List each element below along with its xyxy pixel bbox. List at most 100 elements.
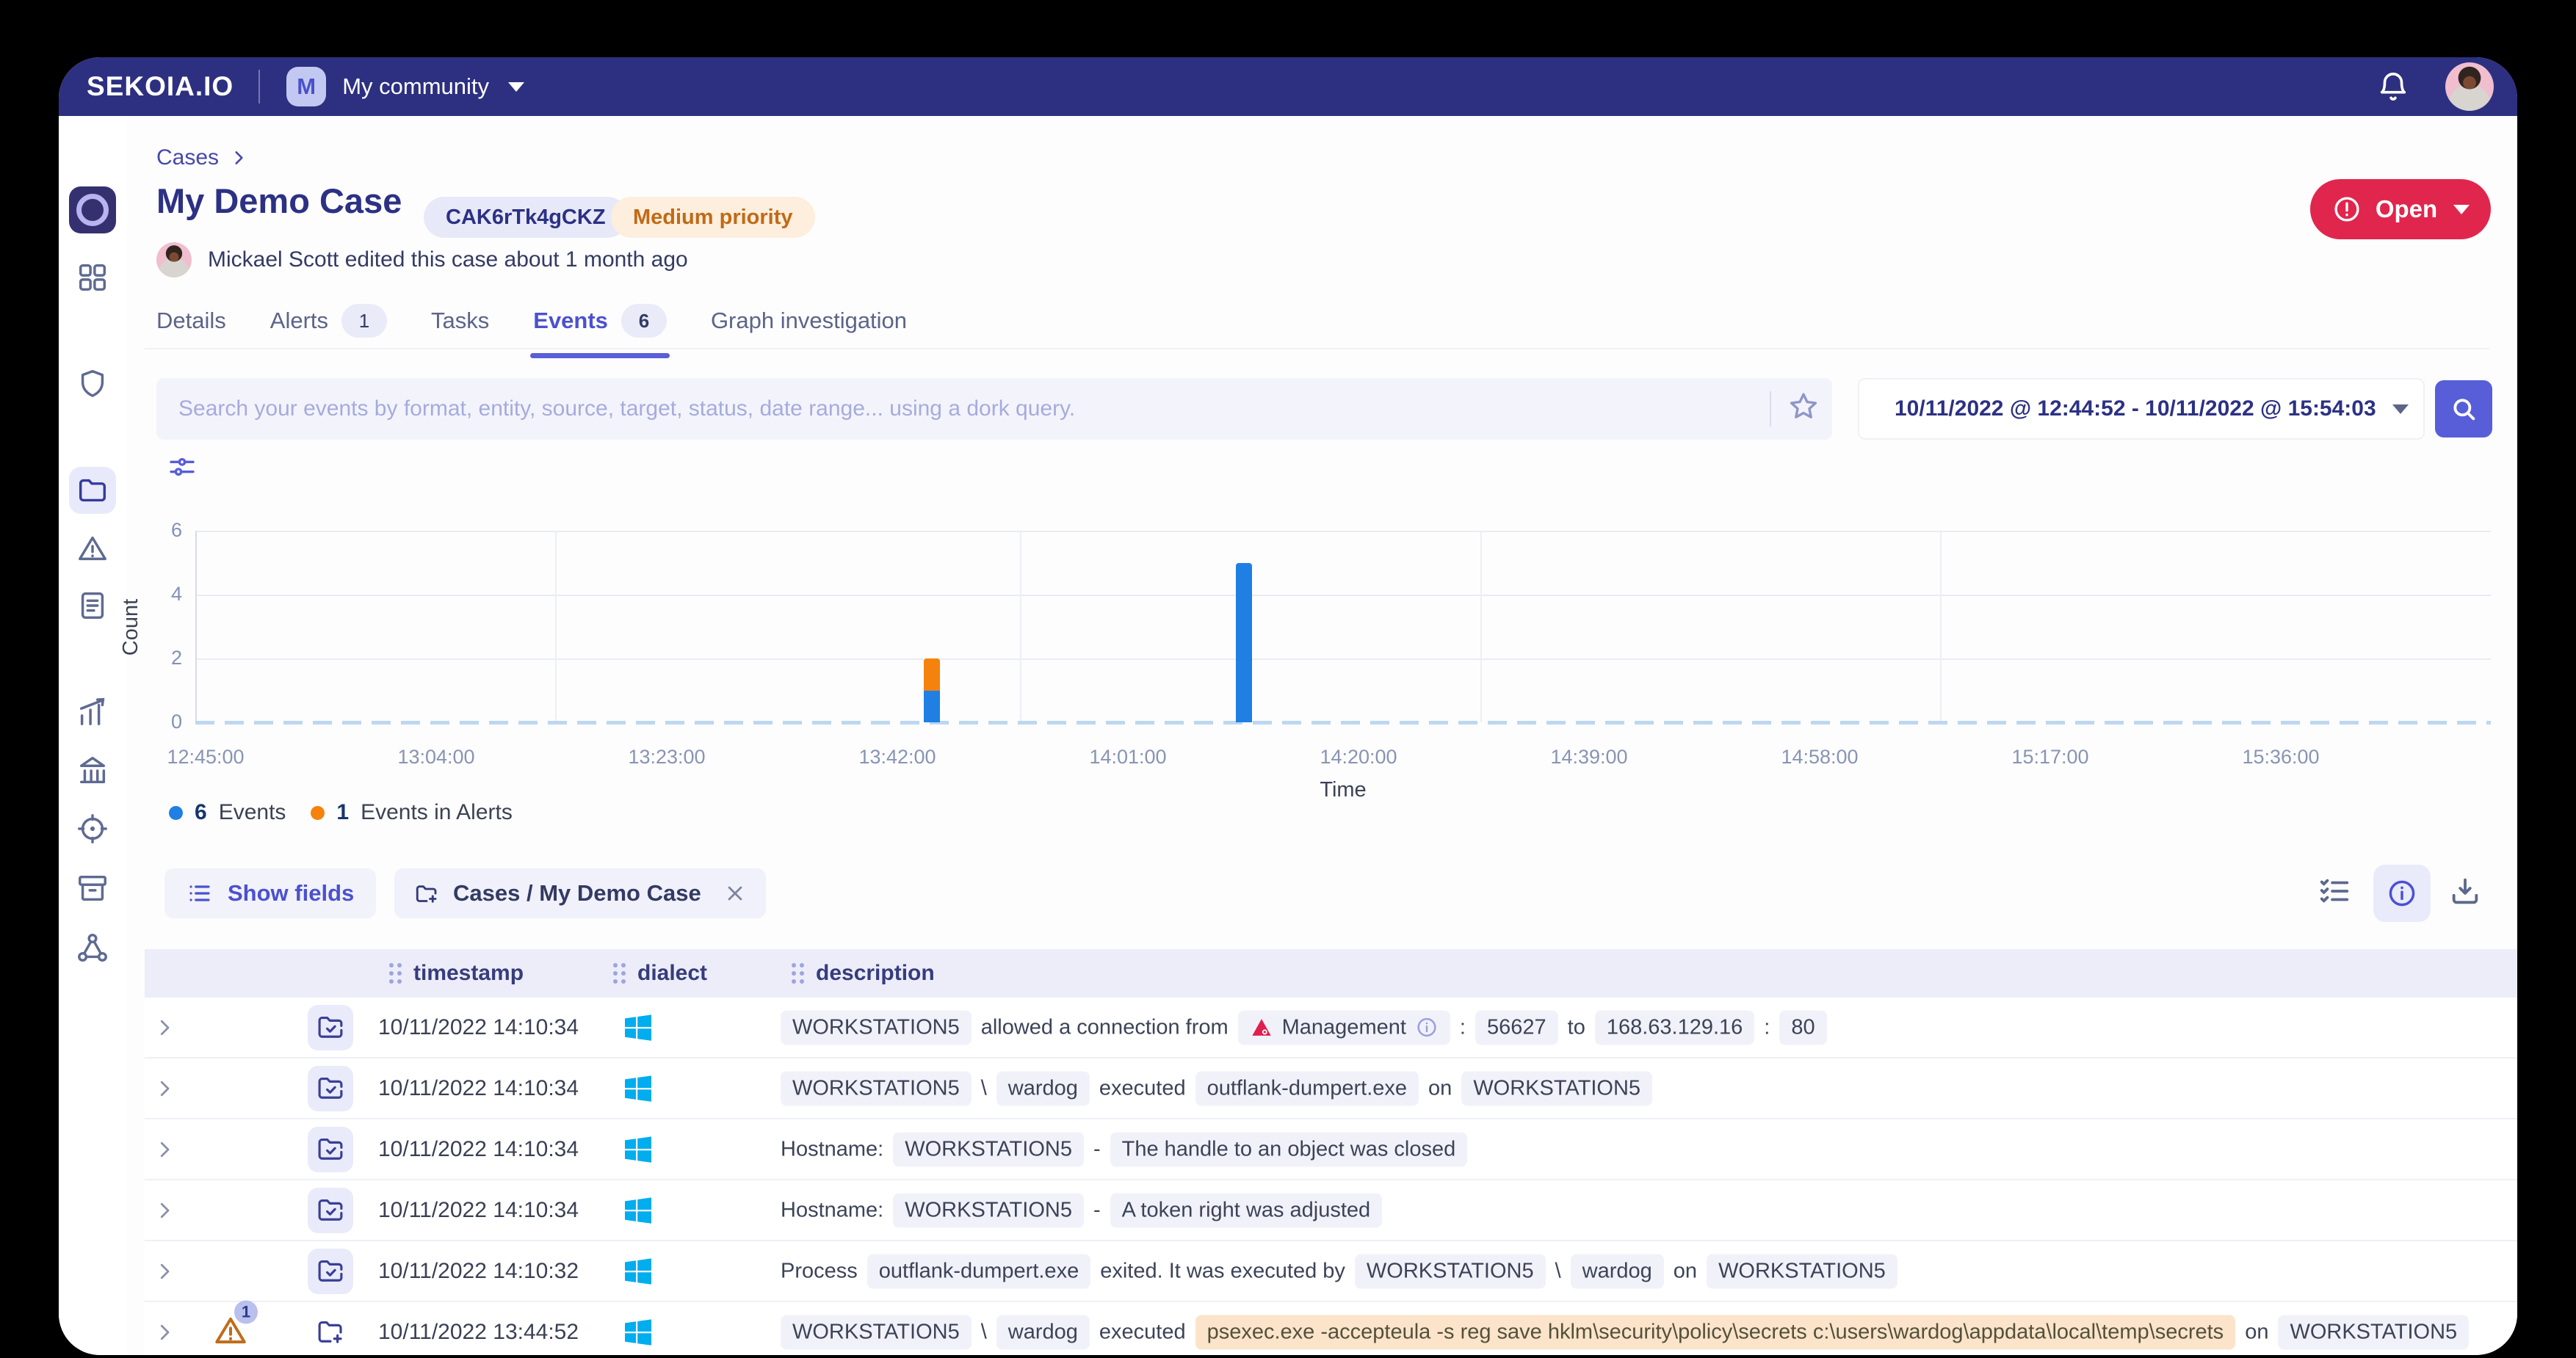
windows-logo-icon xyxy=(621,1315,656,1350)
show-fields-button[interactable]: Show fields xyxy=(164,868,376,918)
event-row[interactable]: 10/11/2022 14:10:34Hostname:WORKSTATION5… xyxy=(145,1119,2517,1180)
app-window: SEKOIA.IO M My community xyxy=(59,57,2517,1355)
alert-warning-icon: 1 xyxy=(212,1312,249,1352)
event-row[interactable]: 10/11/2022 14:10:34Hostname:WORKSTATION5… xyxy=(145,1180,2517,1241)
hunting-chart-icon[interactable] xyxy=(76,695,109,729)
event-row[interactable]: 10/11/2022 14:10:34WORKSTATION5allowed a… xyxy=(145,998,2517,1059)
event-description: Hostname:WORKSTATION5-The handle to an o… xyxy=(781,1132,2503,1166)
expand-chevron-icon[interactable] xyxy=(153,1017,176,1039)
tab-details[interactable]: Details xyxy=(156,308,226,352)
legend-dot xyxy=(311,806,325,820)
event-description: WORKSTATION5\wardogexecutedpsexec.exe -a… xyxy=(781,1315,2503,1349)
windows-logo-icon xyxy=(621,1010,656,1045)
legend-count: 1 xyxy=(336,800,349,825)
event-description: WORKSTATION5allowed a connection fromMan… xyxy=(781,1010,2503,1045)
community-selector-label[interactable]: My community xyxy=(342,73,489,100)
event-description: WORKSTATION5\wardogexecutedoutflank-dump… xyxy=(781,1071,2503,1105)
case-check-icon[interactable] xyxy=(308,1066,353,1111)
entity-logo-icon xyxy=(1250,1016,1273,1039)
legend-item[interactable]: 1 Events in Alerts xyxy=(311,800,512,825)
edited-text: Mickael Scott edited this case about 1 m… xyxy=(208,247,688,272)
description-text: executed xyxy=(1099,1076,1186,1100)
event-row[interactable]: 110/11/2022 13:44:52WORKSTATION5\wardoge… xyxy=(145,1302,2517,1355)
alerts-warning-icon[interactable] xyxy=(76,531,109,565)
info-button[interactable] xyxy=(2373,865,2431,922)
legend-label: Events in Alerts xyxy=(361,800,513,825)
sekoia-one-logo[interactable] xyxy=(69,186,116,233)
event-row[interactable]: 10/11/2022 14:10:34 WORKSTATION5\wardogex… xyxy=(145,1059,2517,1119)
date-range-picker[interactable]: 10/11/2022 @ 12:44:52 - 10/11/2022 @ 15:… xyxy=(1858,378,2425,440)
expand-chevron-icon[interactable] xyxy=(153,1199,176,1221)
add-to-case-icon[interactable] xyxy=(308,1310,353,1355)
description-text: to xyxy=(1568,1015,1585,1039)
value-chip: WORKSTATION5 xyxy=(781,1315,972,1349)
description-text: : xyxy=(1764,1015,1770,1039)
y-axis-tick: 0 xyxy=(138,711,182,733)
top-nav: SEKOIA.IO M My community xyxy=(59,57,2517,116)
community-network-icon[interactable] xyxy=(76,931,109,965)
nav-divider xyxy=(258,70,260,104)
y-axis-tick: 2 xyxy=(138,647,182,669)
breadcrumb[interactable]: Cases xyxy=(156,145,248,170)
case-check-icon[interactable] xyxy=(308,1127,353,1172)
chevron-down-icon xyxy=(2392,404,2409,414)
y-axis-tick: 4 xyxy=(138,583,182,606)
legend-item[interactable]: 6Events xyxy=(169,800,286,825)
value-chip: WORKSTATION5 xyxy=(1355,1254,1546,1288)
chart-settings-sliders-icon[interactable] xyxy=(167,452,197,485)
tabs-divider xyxy=(145,348,2489,349)
case-check-icon[interactable] xyxy=(308,1005,353,1050)
column-header-dialect[interactable]: dialect xyxy=(613,949,707,998)
tab-graph-investigation[interactable]: Graph investigation xyxy=(711,308,907,352)
info-icon[interactable] xyxy=(1415,1016,1439,1039)
case-check-icon[interactable] xyxy=(308,1188,353,1233)
value-chip: wardog xyxy=(996,1315,1090,1349)
x-axis-tick: 14:39:00 xyxy=(1550,746,1627,769)
windows-logo-icon xyxy=(621,1193,656,1228)
reports-document-icon[interactable] xyxy=(76,589,109,622)
editor-avatar xyxy=(156,242,192,277)
page-title: My Demo Case xyxy=(156,181,402,221)
description-text: Hostname: xyxy=(781,1137,883,1161)
expand-chevron-icon[interactable] xyxy=(153,1139,176,1161)
case-check-icon[interactable] xyxy=(308,1249,353,1294)
drag-handle-icon[interactable] xyxy=(792,963,804,984)
date-range-value: 10/11/2022 @ 12:44:52 - 10/11/2022 @ 15:… xyxy=(1895,396,2376,421)
description-text: \ xyxy=(981,1320,987,1344)
cases-folder-icon[interactable] xyxy=(69,467,116,514)
user-avatar[interactable] xyxy=(2445,62,2494,111)
gridline xyxy=(195,595,2491,596)
defend-shield-icon[interactable] xyxy=(76,367,109,401)
dashboards-grid-icon[interactable] xyxy=(76,261,109,294)
case-filter-chip[interactable]: Cases / My Demo Case xyxy=(394,868,766,918)
close-icon[interactable] xyxy=(723,882,747,905)
column-header-description[interactable]: description xyxy=(792,949,935,998)
event-row[interactable]: 10/11/2022 14:10:32Processoutflank-dumpe… xyxy=(145,1241,2517,1302)
tab-count-badge: 6 xyxy=(621,304,667,338)
notifications-bell-icon[interactable] xyxy=(2376,70,2410,107)
storage-archive-icon[interactable] xyxy=(76,871,109,905)
expand-chevron-icon[interactable] xyxy=(153,1321,176,1343)
detect-target-icon[interactable] xyxy=(76,812,109,846)
drag-handle-icon[interactable] xyxy=(613,963,626,984)
x-axis-tick: 14:20:00 xyxy=(1320,746,1397,769)
column-header-timestamp[interactable]: timestamp xyxy=(389,949,524,998)
drag-handle-icon[interactable] xyxy=(389,963,402,984)
expand-chevron-icon[interactable] xyxy=(153,1078,176,1100)
intelligence-building-icon[interactable] xyxy=(76,753,109,787)
search-input[interactable] xyxy=(156,378,1832,440)
event-timestamp: 10/11/2022 14:10:34 xyxy=(378,1076,579,1101)
edited-line: Mickael Scott edited this case about 1 m… xyxy=(156,242,688,277)
case-status-button[interactable]: Open xyxy=(2310,179,2491,239)
download-icon[interactable] xyxy=(2448,874,2482,912)
checklist-icon[interactable] xyxy=(2318,874,2351,912)
expand-chevron-icon[interactable] xyxy=(153,1260,176,1282)
chevron-down-icon[interactable] xyxy=(508,82,524,92)
favorite-star-icon[interactable] xyxy=(1786,389,1821,428)
description-text: on xyxy=(2245,1320,2268,1344)
tab-tasks[interactable]: Tasks xyxy=(431,308,489,352)
search-button[interactable] xyxy=(2435,380,2492,437)
breadcrumb-cases-link[interactable]: Cases xyxy=(156,145,219,170)
info-icon xyxy=(2386,877,2418,909)
show-fields-label: Show fields xyxy=(228,880,354,907)
